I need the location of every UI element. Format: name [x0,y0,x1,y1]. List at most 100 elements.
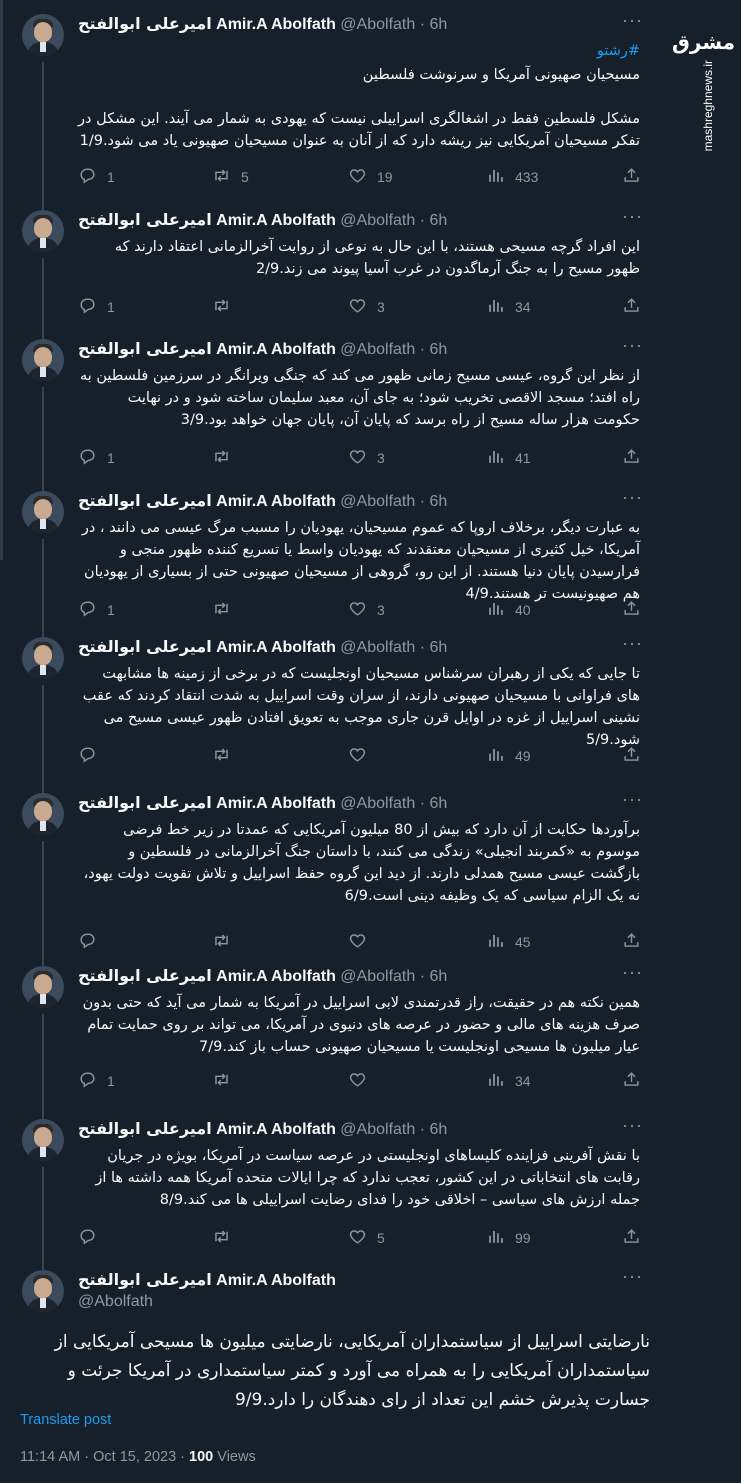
reply-button[interactable]: 1 [78,166,115,188]
author-persian-name[interactable]: امیرعلی ابوالفتح [78,491,212,510]
like-button[interactable]: 3 [348,599,385,621]
tweet-time[interactable]: 6h [429,212,447,229]
author-display-name[interactable]: Amir.A Abolfath [216,212,336,229]
reply-button[interactable]: 1 [78,447,115,469]
avatar[interactable] [22,793,64,835]
author-handle[interactable]: @Abolfath [340,968,415,985]
author-persian-name[interactable]: امیرعلی ابوالفتح [78,1119,212,1138]
translate-post-link[interactable]: Translate post [20,1412,111,1428]
views-button[interactable]: 99 [486,1227,531,1249]
author-handle[interactable]: @Abolfath [340,493,415,510]
avatar[interactable] [22,1270,64,1312]
reply-button[interactable]: 1 [78,599,115,621]
tweet-time[interactable]: 6h [429,341,447,358]
views-button[interactable]: 34 [486,1070,531,1092]
more-options-icon[interactable]: ··· [622,633,643,654]
reply-button[interactable]: 1 [78,296,115,318]
author-handle[interactable]: @Abolfath [340,16,415,33]
author-handle[interactable]: @Abolfath [340,1121,415,1138]
author-handle[interactable]: @Abolfath [340,212,415,229]
avatar[interactable] [22,1119,64,1161]
author-persian-name[interactable]: امیرعلی ابوالفتح [78,966,212,985]
action-bar: 1 3 41 [78,447,648,467]
author-persian-name[interactable]: امیرعلی ابوالفتح [78,637,212,656]
views-button[interactable]: 40 [486,599,531,621]
avatar[interactable] [22,339,64,381]
views-button[interactable]: 41 [486,447,531,469]
author-display-name[interactable]: Amir.A Abolfath [216,639,336,656]
more-options-icon[interactable]: ··· [622,487,643,508]
author-display-name[interactable]: Amir.A Abolfath [216,16,336,33]
like-button[interactable]: 5 [348,1227,385,1249]
author-persian-name[interactable]: امیرعلی ابوالفتح [78,339,212,358]
tweet-time[interactable]: 6h [429,493,447,510]
views-button[interactable]: 45 [486,931,531,953]
tweet-time[interactable]: 6h [429,16,447,33]
reply-button[interactable] [78,1227,107,1249]
avatar[interactable] [22,210,64,252]
tweet-hashtag[interactable]: #رشتو [78,40,640,62]
reply-count: 1 [107,602,115,618]
avatar[interactable] [22,637,64,679]
repost-button[interactable] [212,296,241,318]
repost-button[interactable] [212,599,241,621]
more-options-icon[interactable]: ··· [622,1115,643,1136]
author-persian-name[interactable]: امیرعلی ابوالفتح [78,1270,212,1289]
tweet-time[interactable]: 6h [429,968,447,985]
share-button[interactable] [622,166,641,188]
repost-button[interactable] [212,1227,241,1249]
tweet-time[interactable]: 11:14 AM [20,1449,80,1465]
share-button[interactable] [622,296,641,318]
reply-button[interactable] [78,745,107,767]
like-button[interactable] [348,745,377,767]
author-display-name[interactable]: Amir.A Abolfath [216,968,336,985]
author-handle[interactable]: @Abolfath [340,341,415,358]
more-options-icon[interactable]: ··· [622,335,643,356]
author-persian-name[interactable]: امیرعلی ابوالفتح [78,210,212,229]
author-display-name[interactable]: Amir.A Abolfath [216,1121,336,1138]
scrollbar[interactable] [0,0,3,560]
author-handle[interactable]: @Abolfath [340,639,415,656]
share-button[interactable] [622,447,641,469]
avatar[interactable] [22,491,64,533]
avatar[interactable] [22,966,64,1008]
reply-button[interactable] [78,931,107,953]
share-button[interactable] [622,1070,641,1092]
avatar[interactable] [22,14,64,56]
author-persian-name[interactable]: امیرعلی ابوالفتح [78,793,212,812]
like-button[interactable]: 19 [348,166,393,188]
share-button[interactable] [622,745,641,767]
author-display-name[interactable]: Amir.A Abolfath [216,493,336,510]
author-display-name[interactable]: Amir.A Abolfath [216,795,336,812]
share-button[interactable] [622,599,641,621]
tweet-date[interactable]: Oct 15, 2023 [93,1449,176,1465]
author-persian-name[interactable]: امیرعلی ابوالفتح [78,14,212,33]
views-button[interactable]: 49 [486,745,531,767]
author-display-name[interactable]: Amir.A Abolfath [216,1272,336,1289]
repost-button[interactable] [212,1070,241,1092]
like-button[interactable] [348,1070,377,1092]
more-options-icon[interactable]: ··· [622,206,643,227]
more-options-icon[interactable]: ··· [622,1266,643,1287]
views-button[interactable]: 433 [486,166,538,188]
more-options-icon[interactable]: ··· [622,962,643,983]
like-button[interactable]: 3 [348,447,385,469]
author-handle[interactable]: @Abolfath [78,1293,153,1311]
more-options-icon[interactable]: ··· [622,789,643,810]
tweet-time[interactable]: 6h [429,795,447,812]
author-display-name[interactable]: Amir.A Abolfath [216,341,336,358]
repost-button[interactable] [212,745,241,767]
repost-button[interactable] [212,447,241,469]
reply-button[interactable]: 1 [78,1070,115,1092]
share-button[interactable] [622,1227,641,1249]
tweet-time[interactable]: 6h [429,639,447,656]
like-button[interactable]: 3 [348,296,385,318]
repost-button[interactable]: 5 [212,166,249,188]
views-button[interactable]: 34 [486,296,531,318]
tweet-time[interactable]: 6h [429,1121,447,1138]
more-options-icon[interactable]: ··· [622,10,643,31]
share-button[interactable] [622,931,641,953]
repost-button[interactable] [212,931,241,953]
author-handle[interactable]: @Abolfath [340,795,415,812]
like-button[interactable] [348,931,377,953]
